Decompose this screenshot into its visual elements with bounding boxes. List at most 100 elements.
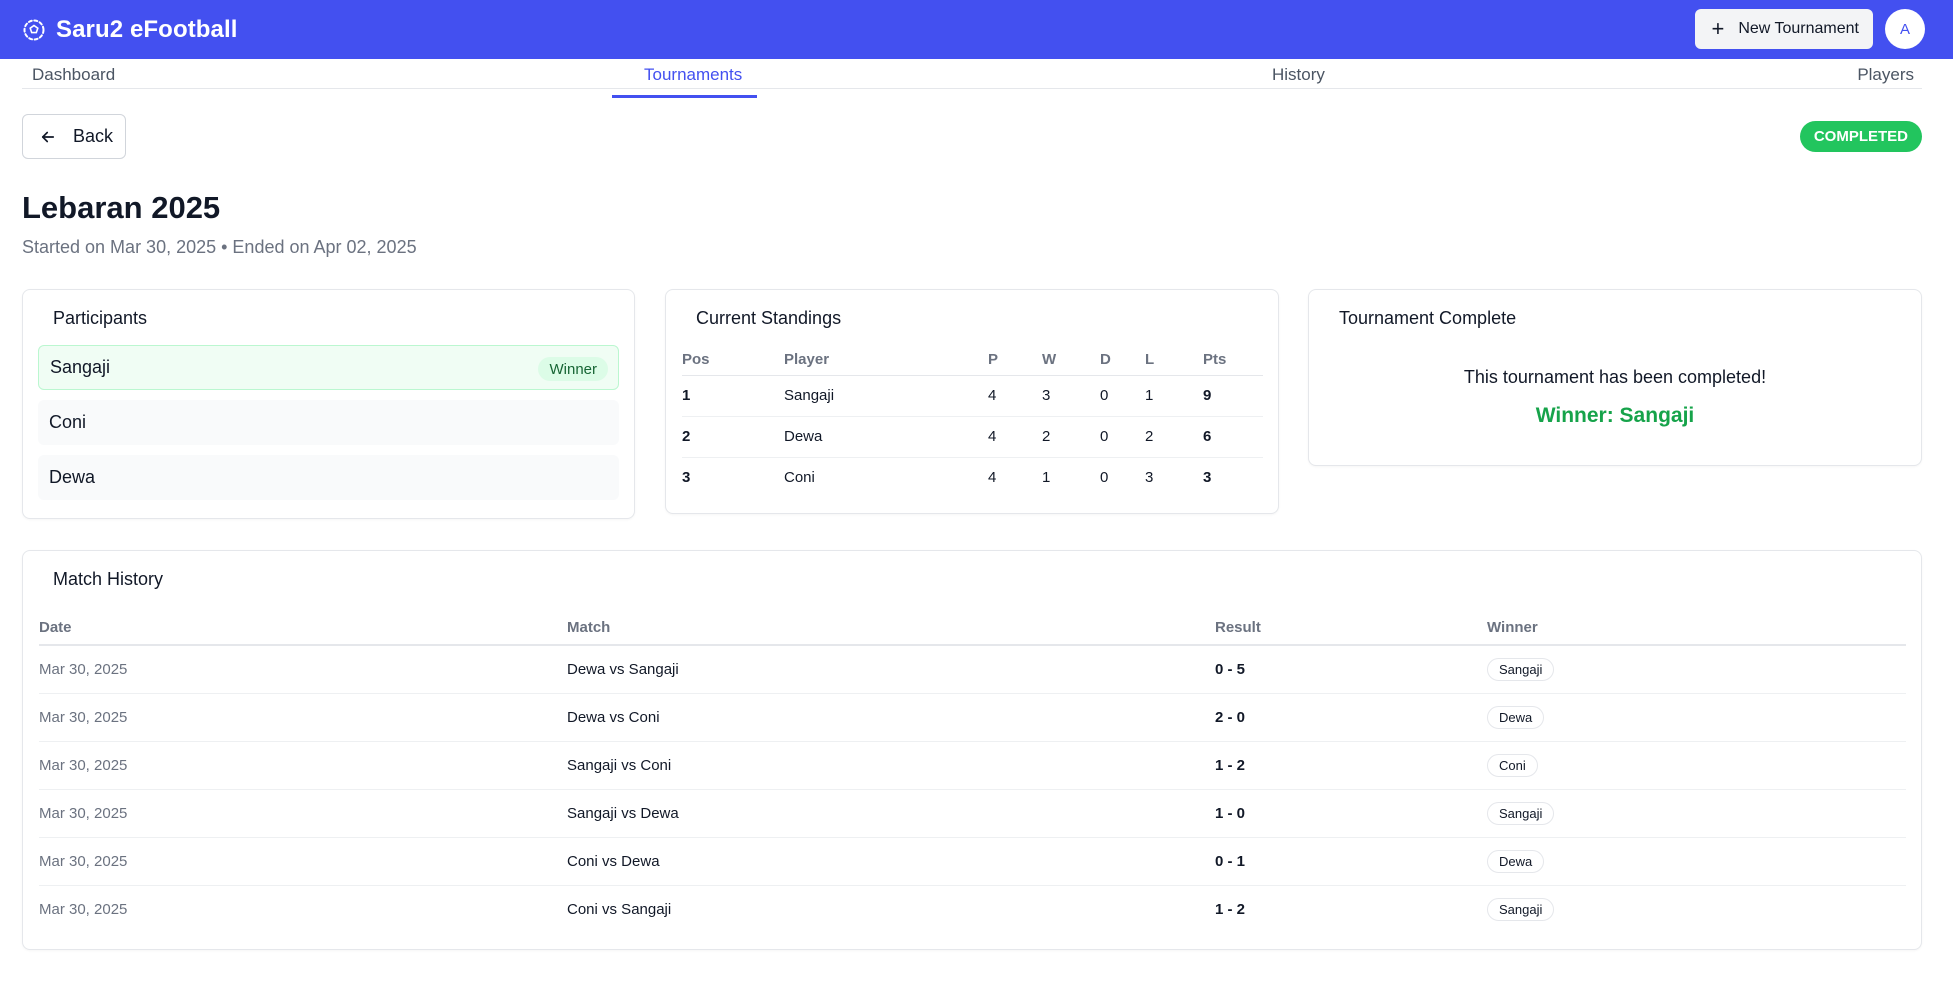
nav-tabs: Dashboard Tournaments History Players [22, 59, 1922, 89]
table-row: Mar 30, 2025 Sangaji vs Coni 1 - 2 Coni [39, 741, 1906, 790]
result-cell: 0 - 1 [1215, 837, 1487, 886]
standings-title: Current Standings [696, 308, 842, 328]
match-cell: Sangaji vs Dewa [567, 789, 1215, 838]
date-cell: Mar 30, 2025 [39, 789, 567, 838]
participants-title: Participants [53, 308, 148, 328]
match-cell: Dewa vs Coni [567, 693, 1215, 742]
result-cell: 1 - 2 [1215, 741, 1487, 790]
tab-players[interactable]: Players [1857, 65, 1914, 85]
plus-icon: + [1711, 16, 1725, 41]
back-label: Back [73, 126, 114, 146]
page-title: Lebaran 2025 [22, 190, 221, 225]
table-row: Mar 30, 2025 Dewa vs Sangaji 0 - 5 Sanga… [39, 645, 1906, 694]
col-header-d: D [1100, 345, 1145, 376]
standings-card: Current Standings Pos Player P W D L Pts… [665, 289, 1279, 514]
drawn-cell: 0 [1100, 375, 1145, 417]
participant-item[interactable]: Sangaji Winner [38, 345, 619, 390]
winner-cell: Dewa [1487, 837, 1906, 886]
winner-chip: Dewa [1487, 849, 1545, 873]
result-cell: 2 - 0 [1215, 693, 1487, 742]
participant-item[interactable]: Dewa [38, 455, 619, 500]
tab-history[interactable]: History [1272, 65, 1325, 85]
standings-header-row: Pos Player P W D L Pts [682, 345, 1263, 376]
played-cell: 4 [988, 416, 1042, 458]
back-button[interactable]: Back [22, 114, 126, 159]
match-history-title: Match History [53, 569, 164, 589]
points-cell: 9 [1203, 375, 1263, 417]
result-cell: 1 - 0 [1215, 789, 1487, 838]
tab-dashboard[interactable]: Dashboard [32, 65, 115, 85]
winner-chip: Dewa [1487, 705, 1545, 729]
pos-cell: 1 [682, 375, 784, 417]
drawn-cell: 0 [1100, 416, 1145, 458]
winner-chip: Sangaji [1487, 657, 1555, 681]
standings-row: 3 Coni 4 1 0 3 3 [682, 457, 1263, 498]
topbar-actions: + New Tournament A [1695, 9, 1925, 49]
winner-cell: Coni [1487, 741, 1906, 790]
arrow-left-icon [41, 131, 55, 142]
pos-cell: 2 [682, 416, 784, 458]
won-cell: 3 [1042, 375, 1100, 417]
brand[interactable]: Saru2 eFootball [22, 16, 238, 44]
app-title: Saru2 eFootball [56, 15, 238, 43]
soccer-ball-icon [23, 19, 45, 40]
standings-table: Pos Player P W D L Pts 1 Sangaji 4 3 0 1… [682, 345, 1263, 498]
points-cell: 6 [1203, 416, 1263, 458]
won-cell: 1 [1042, 469, 1051, 487]
date-cell: Mar 30, 2025 [39, 645, 567, 694]
pos-cell: 3 [682, 469, 691, 487]
won-cell: 2 [1042, 416, 1100, 458]
tournament-complete-card: Tournament Complete This tournament has … [1308, 289, 1922, 466]
new-tournament-button[interactable]: + New Tournament [1695, 9, 1873, 49]
winner-chip: Sangaji [1487, 897, 1555, 921]
date-cell: Mar 30, 2025 [39, 837, 567, 886]
complete-title: Tournament Complete [1339, 308, 1517, 328]
match-cell: Sangaji vs Coni [567, 741, 1215, 790]
result-cell: 0 - 5 [1215, 645, 1487, 694]
date-cell: Mar 30, 2025 [39, 693, 567, 742]
winner-cell: Sangaji [1487, 885, 1906, 933]
col-header-match: Match [567, 611, 1215, 646]
table-row: Mar 30, 2025 Dewa vs Coni 2 - 0 Dewa [39, 693, 1906, 742]
avatar[interactable]: A [1885, 9, 1925, 49]
participant-name: Sangaji [50, 357, 111, 377]
winner-chip: Sangaji [1487, 801, 1555, 825]
winner-cell: Sangaji [1487, 645, 1906, 694]
winner-announcement: Winner: Sangaji [1535, 404, 1695, 427]
match-cell: Dewa vs Sangaji [567, 645, 1215, 694]
table-row: Mar 30, 2025 Coni vs Dewa 0 - 1 Dewa [39, 837, 1906, 886]
lost-cell: 1 [1145, 375, 1203, 417]
participant-name: Coni [49, 412, 87, 432]
participant-name: Dewa [49, 467, 96, 487]
col-header-player: Player [784, 345, 988, 376]
match-cell: Coni vs Sangaji [567, 900, 672, 918]
result-cell: 1 - 2 [1215, 900, 1246, 918]
top-bar: Saru2 eFootball + New Tournament A [0, 0, 1953, 59]
standings-row: 2 Dewa 4 2 0 2 6 [682, 416, 1263, 458]
participants-card: Participants Sangaji Winner Coni Dewa [22, 289, 635, 519]
winner-chip: Coni [1487, 753, 1538, 777]
participant-item[interactable]: Coni [38, 400, 619, 445]
col-header-winner: Winner [1487, 611, 1906, 646]
col-header-p: P [988, 345, 1042, 376]
lost-cell: 3 [1145, 469, 1154, 487]
complete-message: This tournament has been completed! [1463, 367, 1767, 387]
active-tab-indicator [612, 95, 757, 98]
new-tournament-label: New Tournament [1738, 20, 1859, 37]
match-history-table: Date Match Result Winner Mar 30, 2025 De… [39, 611, 1906, 933]
status-badge: COMPLETED [1799, 121, 1922, 152]
played-cell: 4 [988, 375, 1042, 417]
col-header-pts: Pts [1203, 345, 1263, 376]
tournament-dates: Started on Mar 30, 2025 • Ended on Apr 0… [22, 237, 417, 257]
player-cell: Coni [784, 469, 815, 487]
drawn-cell: 0 [1100, 469, 1109, 487]
winner-cell: Dewa [1487, 693, 1906, 742]
col-header-pos: Pos [682, 345, 784, 376]
played-cell: 4 [988, 469, 997, 487]
col-header-l: L [1145, 345, 1203, 376]
standings-row: 1 Sangaji 4 3 0 1 9 [682, 375, 1263, 417]
winner-badge: Winner [538, 357, 608, 381]
col-header-result: Result [1215, 611, 1487, 646]
match-cell: Coni vs Dewa [567, 837, 1215, 886]
tab-tournaments[interactable]: Tournaments [644, 65, 742, 85]
